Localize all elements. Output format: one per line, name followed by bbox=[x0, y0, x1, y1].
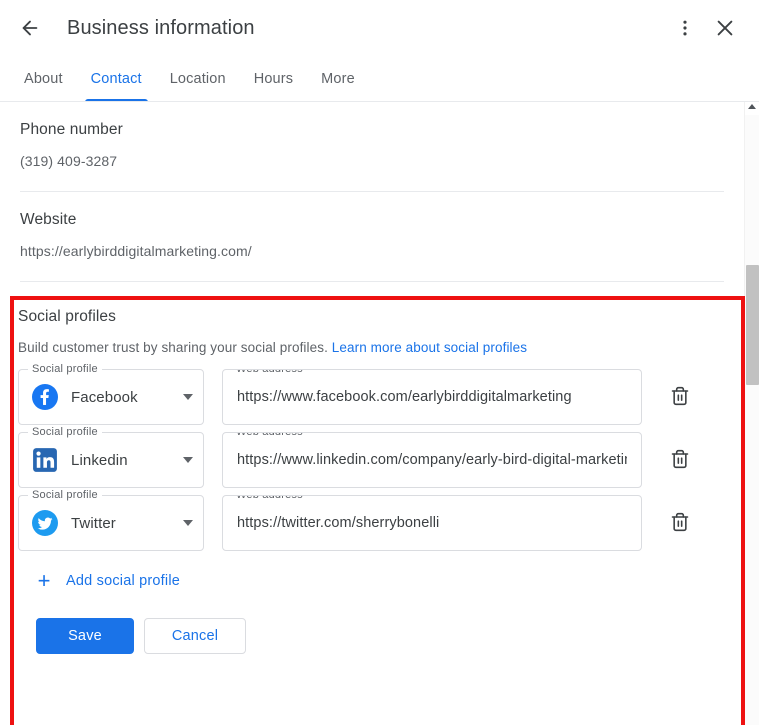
trash-icon bbox=[670, 385, 690, 410]
chevron-down-icon bbox=[183, 457, 193, 463]
back-arrow-icon bbox=[19, 17, 41, 39]
web-address-value: https://www.facebook.com/earlybirddigita… bbox=[237, 389, 572, 405]
dialog-header: Business information bbox=[0, 0, 759, 56]
tab-contact[interactable]: Contact bbox=[77, 56, 156, 102]
url-label: Web address bbox=[232, 370, 307, 375]
web-address-field-facebook[interactable]: Web address https://www.facebook.com/ear… bbox=[222, 369, 642, 425]
select-content: Linkedin bbox=[32, 447, 193, 473]
tab-bar: About Contact Location Hours More bbox=[0, 56, 759, 102]
add-social-profile-label: Add social profile bbox=[66, 573, 181, 589]
chevron-down-icon bbox=[183, 394, 193, 400]
business-information-dialog: Business information About Contact Locat… bbox=[0, 0, 759, 725]
close-icon bbox=[714, 17, 736, 39]
web-address-value: https://twitter.com/sherrybonelli bbox=[237, 515, 440, 531]
linkedin-icon bbox=[32, 447, 58, 473]
contact-form: Phone number (319) 409-3287 Website http… bbox=[0, 102, 744, 654]
social-profile-row: Social profile Twitter Web address https… bbox=[18, 489, 726, 551]
web-address-field-linkedin[interactable]: Web address https://www.linkedin.com/com… bbox=[222, 432, 642, 488]
phone-number-field[interactable]: Phone number (319) 409-3287 bbox=[0, 102, 744, 191]
platform-name: Twitter bbox=[71, 514, 116, 532]
trash-icon bbox=[670, 448, 690, 473]
plus-icon: + bbox=[37, 568, 51, 593]
scrollbar-track[interactable] bbox=[745, 115, 759, 725]
form-actions: Save Cancel bbox=[18, 618, 726, 654]
select-content: Twitter bbox=[32, 510, 193, 536]
description-text: Build customer trust by sharing your soc… bbox=[18, 340, 328, 355]
select-content: Facebook bbox=[32, 384, 193, 410]
vertical-scrollbar[interactable] bbox=[744, 102, 759, 725]
tab-hours[interactable]: Hours bbox=[240, 56, 307, 102]
url-label: Web address bbox=[232, 433, 307, 438]
trash-icon bbox=[670, 511, 690, 536]
delete-social-profile-button[interactable] bbox=[658, 501, 702, 545]
url-label: Web address bbox=[232, 496, 307, 501]
save-button[interactable]: Save bbox=[36, 618, 134, 654]
select-label: Social profile bbox=[28, 363, 102, 375]
tab-location[interactable]: Location bbox=[156, 56, 240, 102]
social-profile-rows: Social profile Facebook Web address http… bbox=[18, 363, 726, 551]
more-options-button[interactable] bbox=[665, 8, 705, 48]
social-profiles-description: Build customer trust by sharing your soc… bbox=[18, 340, 726, 355]
back-button[interactable] bbox=[10, 8, 50, 48]
page-title: Business information bbox=[67, 16, 255, 39]
cancel-button[interactable]: Cancel bbox=[144, 618, 246, 654]
web-address-value: https://www.linkedin.com/company/early-b… bbox=[237, 452, 627, 468]
chevron-down-icon bbox=[183, 520, 193, 526]
web-address-field-twitter[interactable]: Web address https://twitter.com/sherrybo… bbox=[222, 495, 642, 551]
learn-more-link[interactable]: Learn more about social profiles bbox=[332, 340, 527, 355]
add-social-profile-button[interactable]: + Add social profile bbox=[26, 566, 188, 596]
scrollbar-thumb[interactable] bbox=[746, 265, 759, 385]
social-platform-select-twitter[interactable]: Social profile Twitter bbox=[18, 489, 204, 551]
tab-about[interactable]: About bbox=[10, 56, 77, 102]
scroll-up-arrow-icon[interactable] bbox=[748, 104, 756, 109]
social-platform-select-linkedin[interactable]: Social profile Linkedin bbox=[18, 426, 204, 488]
platform-name: Linkedin bbox=[71, 451, 128, 469]
delete-social-profile-button[interactable] bbox=[658, 375, 702, 419]
website-field[interactable]: Website https://earlybirddigitalmarketin… bbox=[0, 192, 744, 281]
social-profile-row: Social profile Linkedin Web address http… bbox=[18, 426, 726, 488]
scroll-viewport: Phone number (319) 409-3287 Website http… bbox=[0, 102, 759, 725]
social-profile-row: Social profile Facebook Web address http… bbox=[18, 363, 726, 425]
delete-social-profile-button[interactable] bbox=[658, 438, 702, 482]
website-value: https://earlybirddigitalmarketing.com/ bbox=[20, 243, 252, 259]
twitter-icon bbox=[32, 510, 58, 536]
platform-name: Facebook bbox=[71, 388, 138, 406]
phone-number-value: (319) 409-3287 bbox=[20, 153, 118, 169]
divider bbox=[20, 281, 724, 282]
social-profiles-title: Social profiles bbox=[18, 308, 116, 325]
website-label: Website bbox=[20, 211, 77, 228]
social-platform-select-facebook[interactable]: Social profile Facebook bbox=[18, 363, 204, 425]
more-vertical-icon bbox=[675, 18, 695, 38]
phone-number-label: Phone number bbox=[20, 121, 123, 138]
select-label: Social profile bbox=[28, 426, 102, 438]
select-label: Social profile bbox=[28, 489, 102, 501]
facebook-icon bbox=[32, 384, 58, 410]
close-button[interactable] bbox=[705, 8, 745, 48]
social-profiles-section: Social profiles Build customer trust by … bbox=[0, 294, 744, 654]
tab-more[interactable]: More bbox=[307, 56, 369, 102]
